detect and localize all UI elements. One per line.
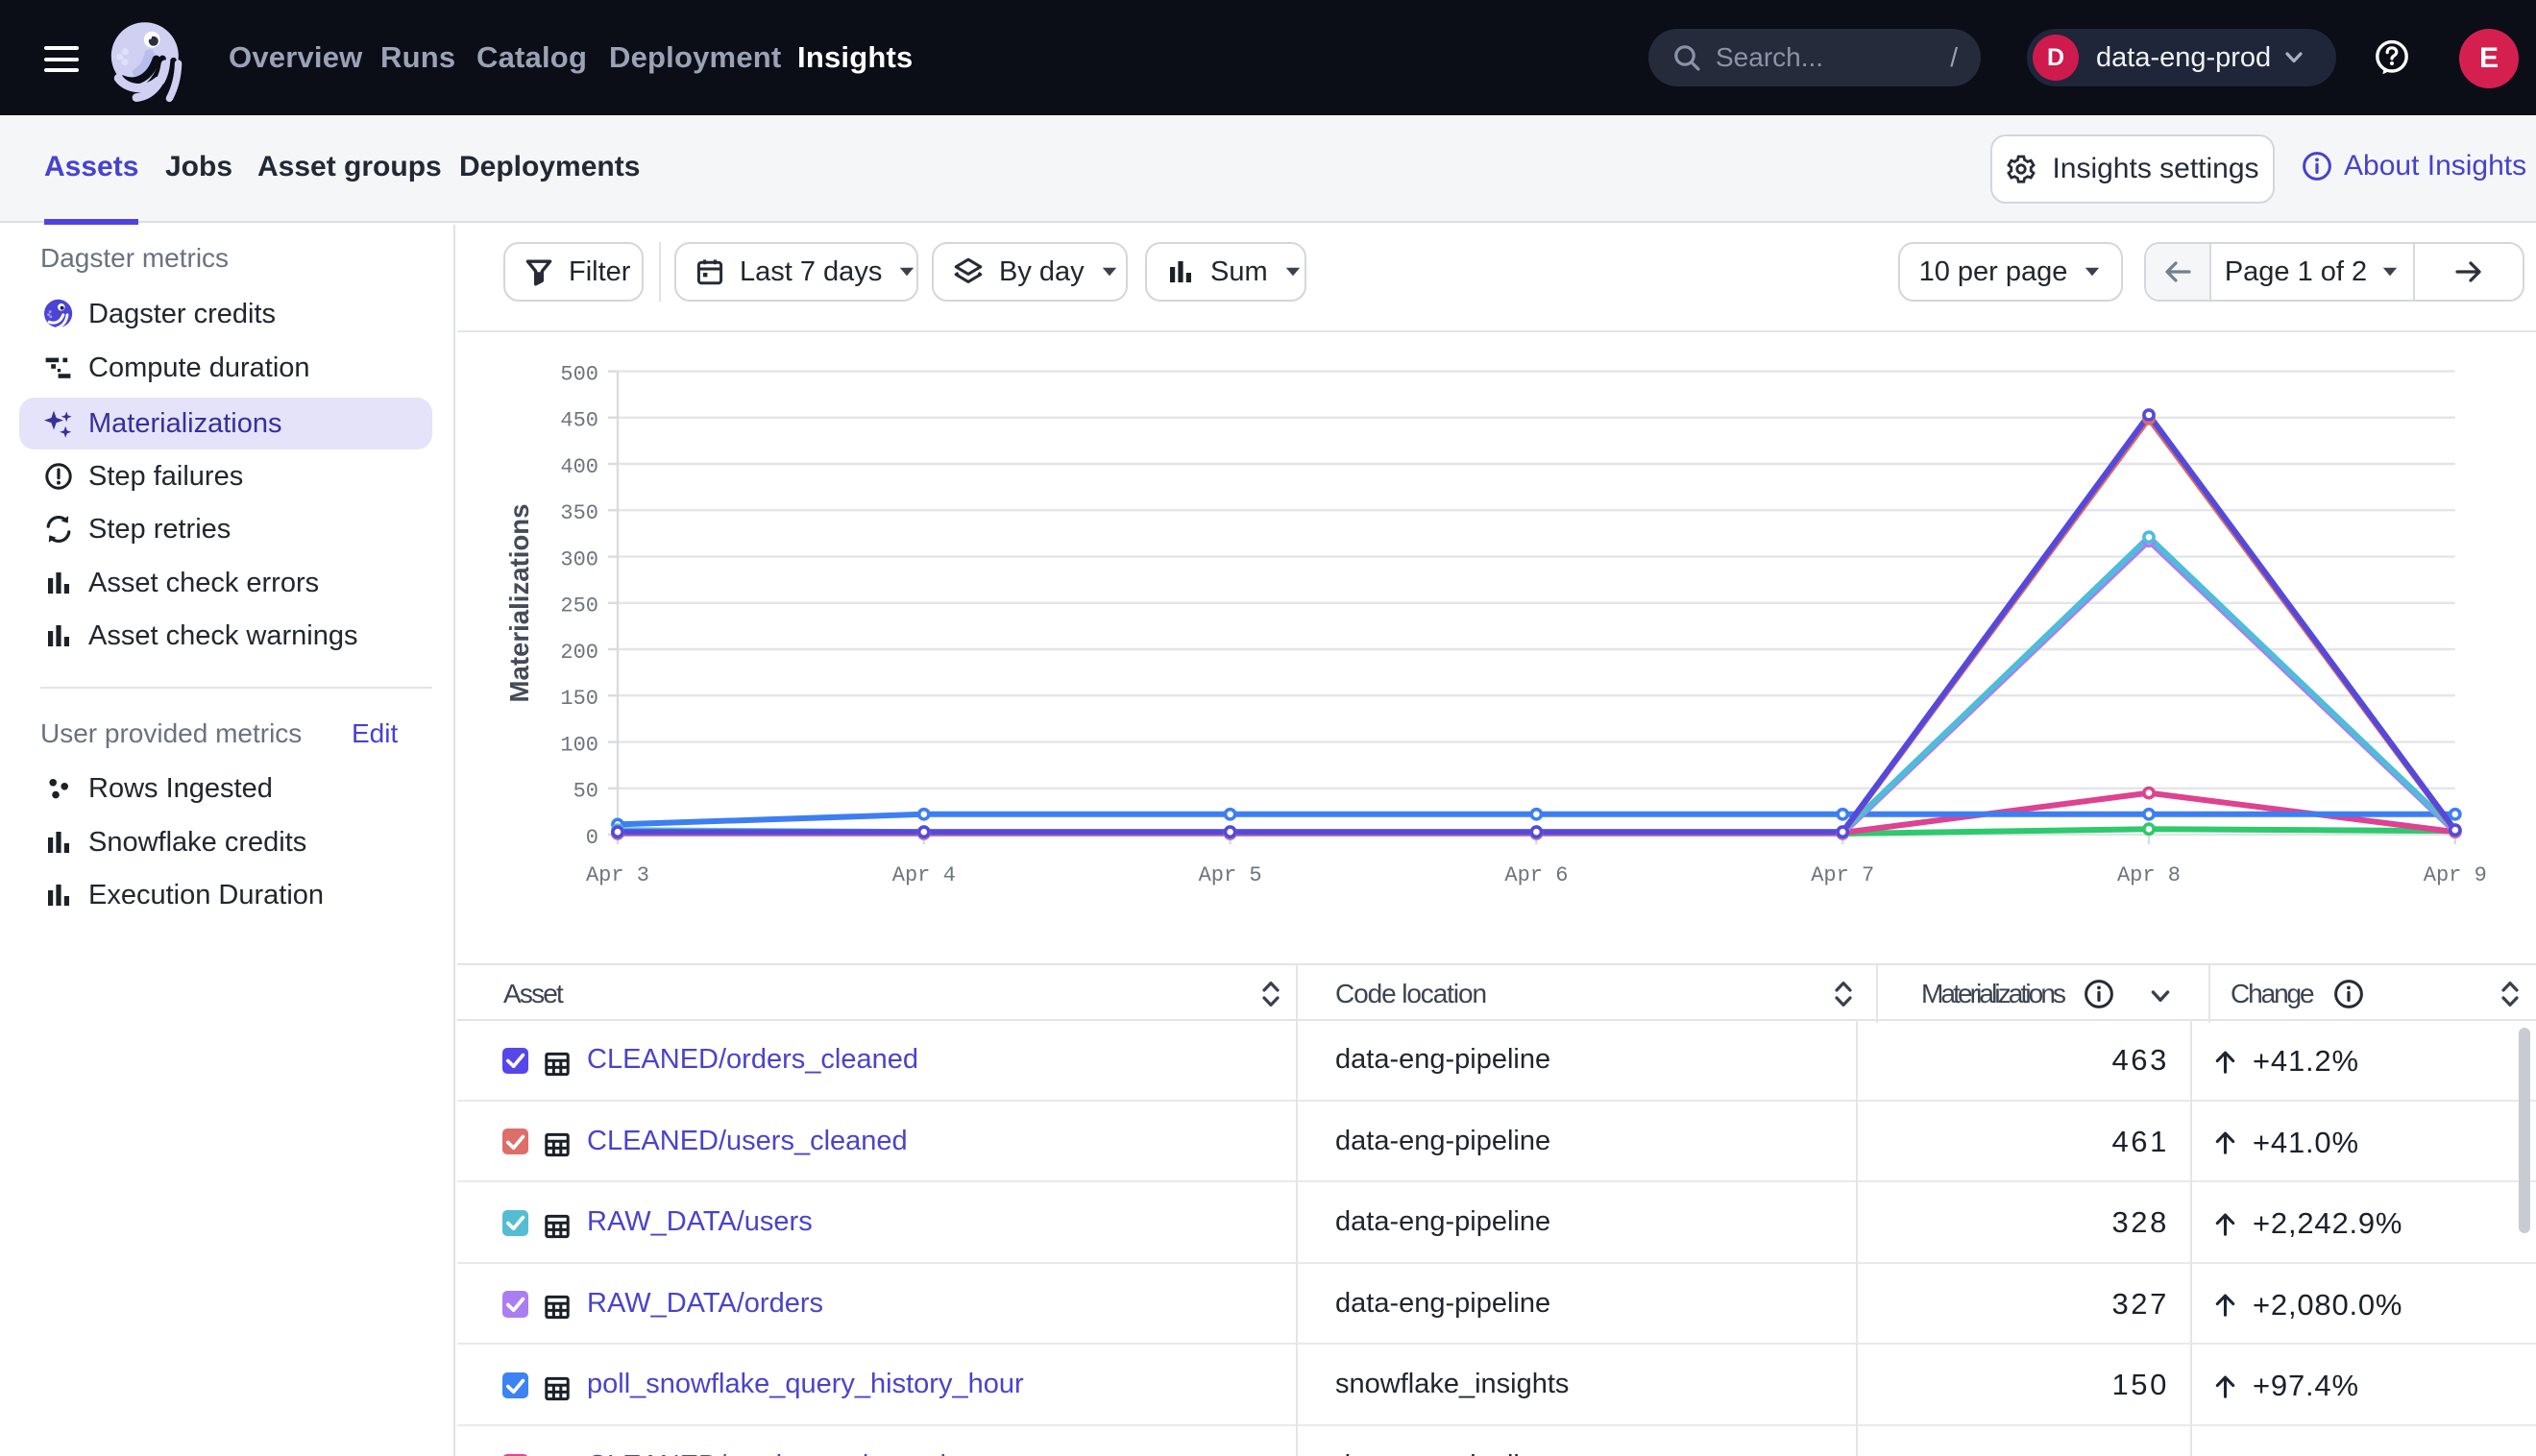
svg-text:500: 500 [560,362,598,386]
svg-text:Materializations: Materializations [504,503,534,702]
svg-text:300: 300 [560,547,598,571]
svg-text:200: 200 [560,641,598,665]
svg-text:Apr 8: Apr 8 [2117,863,2181,887]
svg-text:50: 50 [573,780,598,804]
svg-text:450: 450 [560,409,598,433]
svg-text:Apr 7: Apr 7 [1811,863,1874,887]
svg-text:250: 250 [560,595,598,619]
svg-text:350: 350 [560,501,598,525]
svg-text:400: 400 [560,455,598,479]
svg-text:Apr 9: Apr 9 [2424,863,2487,887]
svg-text:Apr 6: Apr 6 [1504,863,1568,887]
svg-text:0: 0 [586,826,598,850]
svg-text:Apr 5: Apr 5 [1199,863,1262,887]
svg-text:Apr 4: Apr 4 [892,863,956,887]
svg-text:100: 100 [560,733,598,757]
svg-text:Apr 3: Apr 3 [586,863,649,887]
svg-text:150: 150 [560,687,598,711]
